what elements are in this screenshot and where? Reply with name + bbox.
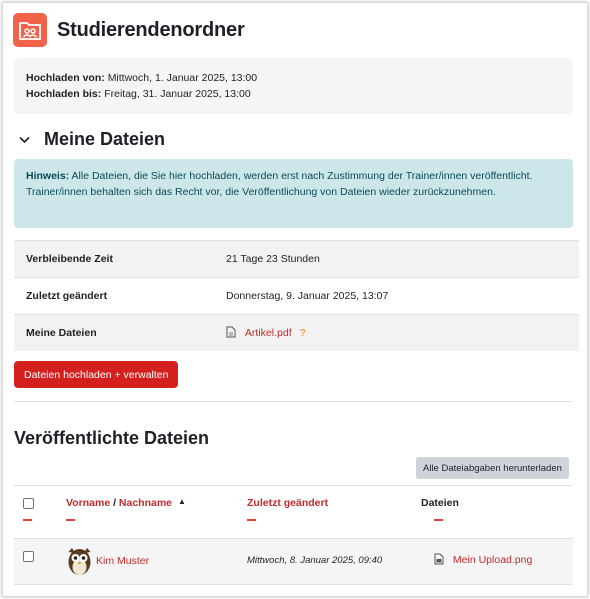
status-row-time-remaining: Verbleibende Zeit 21 Tage 23 Stunden: [14, 240, 579, 277]
column-dash: [66, 519, 75, 521]
pdf-file-icon: [226, 326, 236, 341]
status-row-last-modified: Zuletzt geändert Donnerstag, 9. Januar 2…: [14, 277, 579, 314]
column-dash: [247, 519, 256, 521]
avatar: [68, 548, 91, 575]
sort-firstname-link[interactable]: Vorname: [66, 497, 110, 509]
student-name-link[interactable]: Kim Muster: [96, 555, 149, 567]
sort-modified-link[interactable]: Zuletzt geändert: [247, 497, 328, 509]
table-row: Kim Muster Mittwoch, 8. Januar 2025, 09:…: [14, 538, 573, 585]
activity-header: Studierendenordner: [13, 13, 245, 47]
chevron-down-icon: [19, 132, 30, 147]
table-header: Vorname / Nachname ▲ Zuletzt geändert Dat…: [14, 485, 573, 538]
notice-text-2: Trainer/innen behalten sich das Recht vo…: [26, 185, 496, 198]
row-checkbox[interactable]: [23, 551, 34, 562]
file-link-upload[interactable]: Mein Upload.png: [453, 554, 532, 566]
upload-until: Hochladen bis: Freitag, 31. Januar 2025,…: [26, 88, 251, 100]
published-files-table: Vorname / Nachname ▲ Zuletzt geändert Dat…: [14, 485, 573, 585]
name-column-header: Vorname / Nachname ▲: [66, 497, 186, 509]
published-files-title: Veröffentlichte Dateien: [14, 428, 210, 448]
notice-box: Hinweis: Alle Dateien, die Sie hier hoch…: [14, 159, 573, 228]
help-icon[interactable]: ?: [300, 327, 306, 339]
image-file-icon: [434, 553, 444, 568]
sort-lastname-link[interactable]: Nachname: [119, 497, 172, 509]
file-cell: Mein Upload.png: [434, 553, 532, 568]
status-row-my-files: Meine Dateien Artikel.pdf ?: [14, 314, 579, 351]
sort-ascending-icon: ▲: [178, 497, 186, 506]
select-all-checkbox[interactable]: [23, 498, 34, 509]
submission-status-table: Verbleibende Zeit 21 Tage 23 Stunden Zul…: [14, 240, 579, 351]
page: Studierendenordner Hochladen von: Mittwo…: [2, 2, 588, 597]
notice-text: Alle Dateien, die Sie hier hochladen, we…: [71, 170, 533, 182]
my-files-toggle[interactable]: Meine Dateien: [19, 129, 165, 150]
divider: [14, 401, 573, 402]
download-all-button[interactable]: Alle Dateiabgaben herunterladen: [416, 457, 569, 479]
notice-label: Hinweis:: [26, 170, 70, 182]
files-column-header: Dateien: [421, 497, 459, 509]
upload-dates: Hochladen von: Mittwoch, 1. Januar 2025,…: [14, 58, 573, 114]
column-dash: [434, 519, 443, 521]
upload-from: Hochladen von: Mittwoch, 1. Januar 2025,…: [26, 72, 258, 84]
modified-date: Mittwoch, 8. Januar 2025, 09:40: [247, 555, 383, 566]
student-folder-icon: [13, 13, 47, 47]
file-link-artikel[interactable]: Artikel.pdf: [245, 327, 292, 339]
column-dash: [23, 519, 32, 521]
page-title: Studierendenordner: [57, 18, 245, 41]
upload-manage-button[interactable]: Dateien hochladen + verwalten: [14, 361, 179, 388]
section-title-my-files: Meine Dateien: [44, 129, 166, 149]
